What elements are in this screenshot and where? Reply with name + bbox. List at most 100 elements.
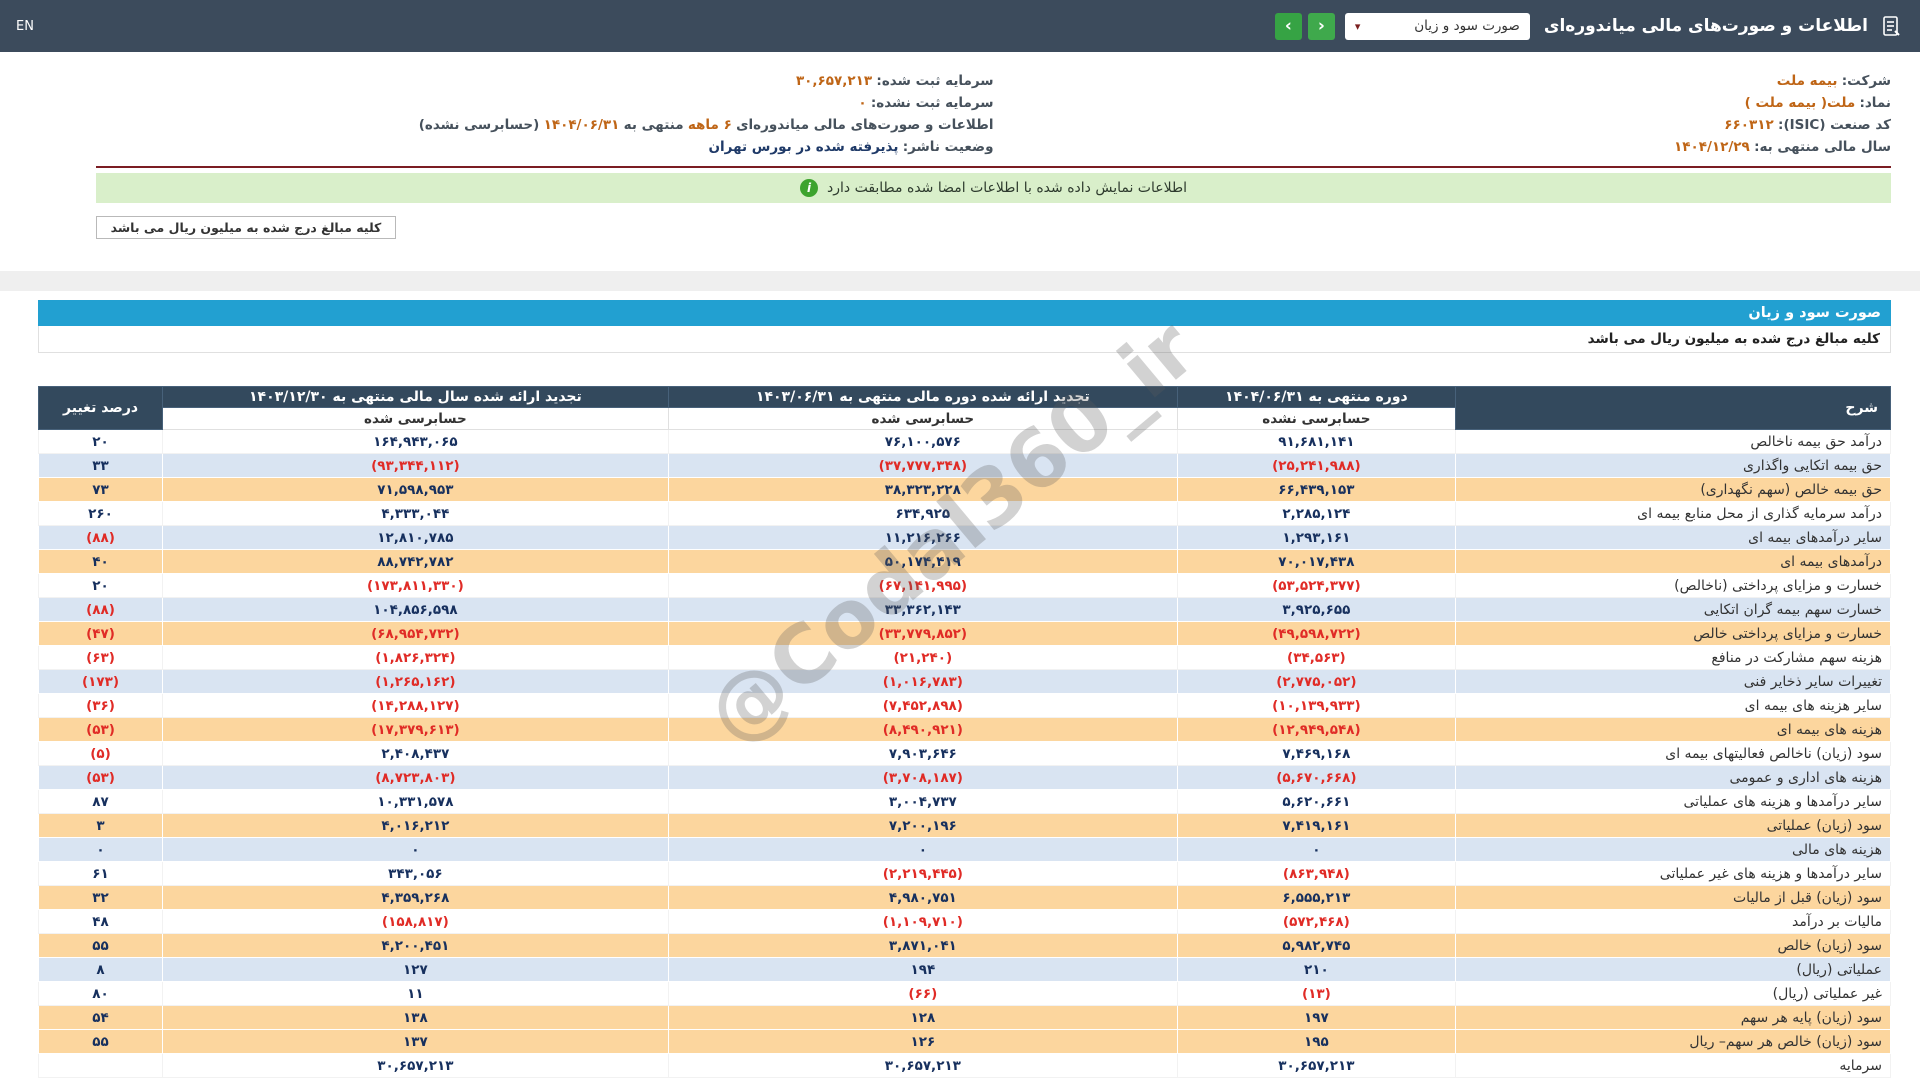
table-row: عملیاتی (ریال) ۲۱۰ ۱۹۴ ۱۲۷ ۸: [37, 957, 1892, 982]
table-row: هزینه های مالی ۰ ۰ ۰ ۰: [37, 837, 1892, 862]
isic-row: کد صنعت (ISIC): ۶۶۰۳۱۲: [994, 114, 1891, 136]
row-value: (۴۷): [37, 621, 164, 646]
table-row: سود (زیان) خالص ۵,۹۸۲,۷۴۵ ۳,۸۷۱,۰۴۱ ۴,۲۰۰,۴…: [37, 933, 1892, 958]
row-label: سایر درآمدها و هزینه های غیر عملیاتی: [1454, 861, 1892, 886]
statement-units-note: کلیه مبالغ درج شده به میلیون ریال می باش…: [38, 326, 1891, 353]
fiscal-year-value: ۱۴۰۴/۱۲/۲۹: [1674, 139, 1750, 155]
row-label: هزینه های اداری و عمومی: [1454, 765, 1892, 790]
row-value: (۱۳): [1176, 981, 1456, 1006]
row-value: ۳۳: [37, 453, 164, 478]
row-value: ۱۲۸: [667, 1005, 1178, 1030]
row-value: ۳۲: [37, 885, 164, 910]
row-value: ۶,۵۵۵,۲۱۳: [1176, 885, 1456, 910]
row-value: ۱,۲۹۳,۱۶۱: [1176, 525, 1456, 550]
table-row: سایر درآمدها و هزینه های غیر عملیاتی (۸۶۳…: [37, 861, 1892, 886]
row-value: ۳۰,۶۵۷,۲۱۳: [162, 1053, 669, 1078]
table-row: سایر درآمدهای بیمه ای ۱,۲۹۳,۱۶۱ ۱۱,۲۱۶,۲۶۶…: [37, 525, 1892, 550]
row-label: سود (زیان) ناخالص فعالیتهای بیمه ای: [1454, 741, 1892, 766]
row-value: (۸,۷۲۳,۸۰۳): [162, 765, 669, 790]
header-description: شرح: [1454, 386, 1892, 430]
subheader-audited-2: حسابرسی شده: [162, 407, 669, 430]
table-row: هزینه سهم مشارکت در منافع (۳۴,۵۶۳) (۲۱,۲۴۰…: [37, 645, 1892, 670]
table-row: هزینه های اداری و عمومی (۵,۶۷۰,۶۶۸) (۳,۷۰۸…: [37, 765, 1892, 790]
row-value: ۷۶,۱۰۰,۵۷۶: [667, 429, 1178, 454]
row-value: (۱۵۸,۸۱۷): [162, 909, 669, 934]
row-label: خسارت و مزایای پرداختی (ناخالص): [1454, 573, 1892, 598]
row-value: ۹۱,۶۸۱,۱۴۱: [1176, 429, 1456, 454]
table-row: سود (زیان) قبل از مالیات ۶,۵۵۵,۲۱۳ ۴,۹۸۰,۷…: [37, 885, 1892, 910]
row-value: ۷,۹۰۳,۶۴۶: [667, 741, 1178, 766]
row-value: (۱۷۳): [37, 669, 164, 694]
row-value: ۸: [37, 957, 164, 982]
row-value: ۸۰: [37, 981, 164, 1006]
subheader-audited-1: حسابرسی شده: [667, 407, 1178, 430]
table-row: درآمدهای بیمه ای ۷۰,۰۱۷,۴۳۸ ۵۰,۱۷۴,۴۱۹ ۸۸,۷…: [37, 549, 1892, 574]
row-value: (۱۰,۱۳۹,۹۳۳): [1176, 693, 1456, 718]
table-row: سود (زیان) خالص هر سهم– ریال ۱۹۵ ۱۲۶ ۱۳۷ ۵۵: [37, 1029, 1892, 1054]
fiscal-year-row: سال مالی منتهی به: ۱۴۰۴/۱۲/۲۹: [994, 136, 1891, 158]
issuer-status-label: وضعیت ناشر:: [902, 139, 994, 155]
registered-capital-row: سرمایه ثبت شده: ۳۰,۶۵۷,۲۱۳: [96, 70, 994, 92]
row-value: ۱۱,۲۱۶,۲۶۶: [667, 525, 1178, 550]
company-info-left-column: سرمایه ثبت شده: ۳۰,۶۵۷,۲۱۳ سرمایه ثبت نش…: [96, 70, 994, 158]
row-value: ۱۳۸: [162, 1005, 669, 1030]
row-value: ۴,۳۵۹,۲۶۸: [162, 885, 669, 910]
units-note-box: کلیه مبالغ درج شده به میلیون ریال می باش…: [96, 216, 396, 239]
row-value: ۴,۳۳۳,۰۴۴: [162, 501, 669, 526]
row-value: (۵۳,۵۲۴,۳۷۷): [1176, 573, 1456, 598]
row-value: ۲,۲۸۵,۱۲۴: [1176, 501, 1456, 526]
previous-statement-button[interactable]: ›: [1274, 12, 1302, 40]
header-restated-prior-year: تجدید ارائه شده سال مالی منتهی به ۱۴۰۳/۱…: [162, 386, 669, 408]
row-value: ۲۰: [37, 573, 164, 598]
row-value: (۴۹,۵۹۸,۷۲۲): [1176, 621, 1456, 646]
row-value: (۸۶۳,۹۴۸): [1176, 861, 1456, 886]
issuer-status-value: پذیرفته شده در بورس تهران: [708, 139, 899, 155]
row-value: (۱,۰۱۶,۷۸۳): [667, 669, 1178, 694]
next-statement-button[interactable]: ‹: [1307, 12, 1335, 40]
row-value: (۱,۲۶۵,۱۶۲): [162, 669, 669, 694]
report-icon: [1878, 13, 1904, 39]
fiscal-year-label: سال مالی منتهی به:: [1754, 139, 1891, 155]
unregistered-capital-value: ۰: [858, 95, 867, 111]
row-value: ۸۷: [37, 789, 164, 814]
row-value: ۲۰: [37, 429, 164, 454]
statement-select-value: صورت سود و زیان: [1414, 18, 1520, 34]
row-value: ۰: [162, 837, 669, 862]
row-value: ۵,۶۲۰,۶۶۱: [1176, 789, 1456, 814]
table-row: حق بیمه اتکایی واگذاری (۲۵,۲۴۱,۹۸۸) (۳۷,۷۷…: [37, 453, 1892, 478]
period-audit-note: (حسابرسی نشده): [418, 117, 540, 133]
language-toggle[interactable]: EN: [16, 19, 34, 34]
row-value: (۲۵,۲۴۱,۹۸۸): [1176, 453, 1456, 478]
row-value: (۶۶): [667, 981, 1178, 1006]
row-value: ۵,۹۸۲,۷۴۵: [1176, 933, 1456, 958]
row-value: ۳۰,۶۵۷,۲۱۳: [1176, 1053, 1456, 1078]
row-value: ۷,۲۰۰,۱۹۶: [667, 813, 1178, 838]
period-prefix: اطلاعات و صورت‌های مالی میاندوره‌ای: [736, 117, 994, 133]
symbol-value: ملت( بیمه ملت ): [1744, 95, 1856, 111]
row-value: (۸۸): [37, 525, 164, 550]
row-value: ۶۱: [37, 861, 164, 886]
table-row: درآمد حق بیمه ناخالص ۹۱,۶۸۱,۱۴۱ ۷۶,۱۰۰,۵۷۶…: [37, 429, 1892, 454]
row-label: درآمد سرمایه گذاری از محل منابع بیمه ای: [1454, 501, 1892, 526]
row-value: ۳,۰۰۴,۷۳۷: [667, 789, 1178, 814]
row-value: ۱۱: [162, 981, 669, 1006]
row-value: (۱۷۳,۸۱۱,۳۳۰): [162, 573, 669, 598]
period-row: اطلاعات و صورت‌های مالی میاندوره‌ای ۶ ما…: [96, 114, 994, 136]
row-value: (۲۱,۲۴۰): [667, 645, 1178, 670]
row-value: ۴,۹۸۰,۷۵۱: [667, 885, 1178, 910]
row-value: (۲,۲۱۹,۴۴۵): [667, 861, 1178, 886]
row-label: سایر درآمدها و هزینه های عملیاتی: [1454, 789, 1892, 814]
row-value: [37, 1053, 164, 1078]
statement-select[interactable]: صورت سود و زیان ▾: [1344, 12, 1530, 40]
row-value: ۸۸,۷۴۲,۷۸۲: [162, 549, 669, 574]
row-label: حق بیمه خالص (سهم نگهداری): [1454, 477, 1892, 502]
row-value: (۵,۶۷۰,۶۶۸): [1176, 765, 1456, 790]
isic-value: ۶۶۰۳۱۲: [1724, 117, 1774, 133]
row-label: سود (زیان) قبل از مالیات: [1454, 885, 1892, 910]
table-row: خسارت و مزایای پرداختی (ناخالص) (۵۳,۵۲۴,۳…: [37, 573, 1892, 598]
row-value: ۷۰,۰۱۷,۴۳۸: [1176, 549, 1456, 574]
row-value: (۳۴,۵۶۳): [1176, 645, 1456, 670]
income-statement-table-container: @Codal360_ir شرح دوره منتهی به ۱۴۰۴/۰۶/۳…: [37, 302, 1892, 1078]
row-label: هزینه سهم مشارکت در منافع: [1454, 645, 1892, 670]
row-value: ۲۶۰: [37, 501, 164, 526]
